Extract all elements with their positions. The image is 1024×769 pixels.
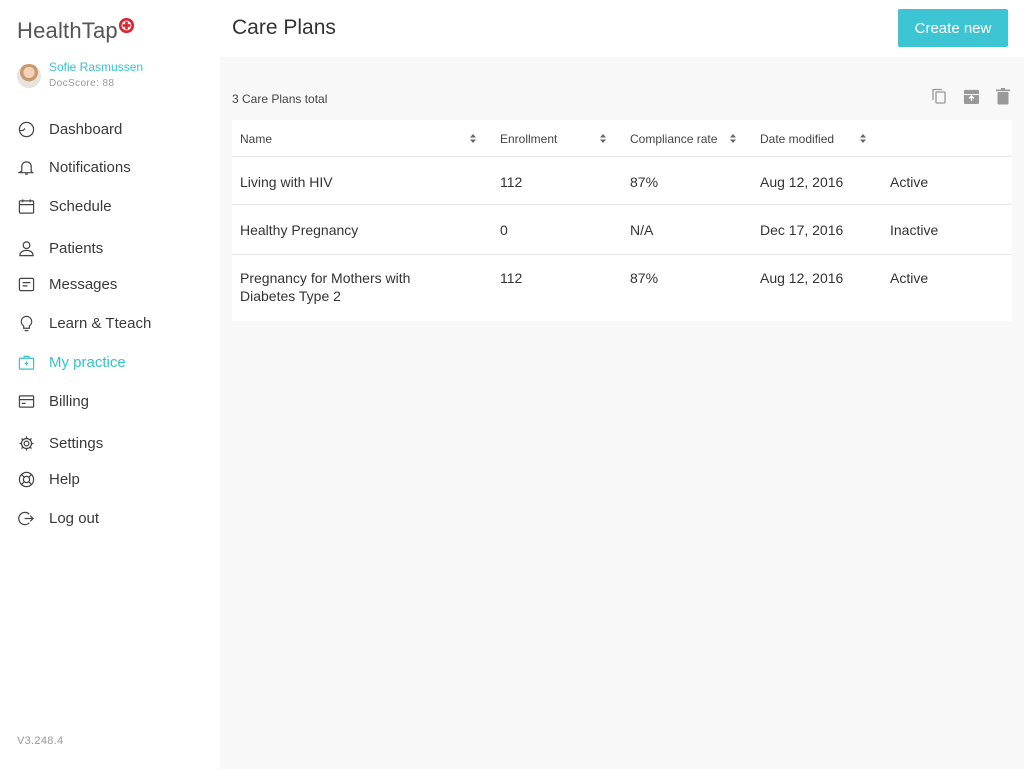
table-row[interactable]: Living with HIV 112 87% Aug 12, 2016 Act…	[232, 157, 1012, 205]
status-badge: Inactive	[890, 222, 939, 238]
cell-compliance: 87%	[630, 270, 659, 286]
sidebar-item-notifications[interactable]: Notifications	[0, 148, 220, 186]
sidebar-item-patients[interactable]: Patients	[0, 229, 220, 267]
sidebar-item-label: Help	[49, 470, 80, 488]
sort-icon	[860, 134, 866, 143]
sidebar-item-billing[interactable]: Billing	[0, 382, 220, 420]
cell-enrollment: 0	[500, 222, 508, 238]
care-plans-table: Name Enrollment Compliance rate Date mod…	[232, 120, 1012, 321]
logo-cross-icon	[118, 17, 134, 34]
bell-icon	[17, 158, 35, 176]
page-header: Care Plans Create new	[220, 0, 1024, 57]
status-badge: Active	[890, 174, 929, 190]
column-label: Compliance rate	[630, 131, 718, 146]
user-profile[interactable]: Sofie Rasmussen DocScore: 88	[17, 59, 143, 91]
sidebar-item-label: Learn & Tteach	[49, 314, 152, 332]
archive-icon[interactable]	[962, 87, 980, 105]
sidebar-item-label: Schedule	[49, 197, 112, 215]
sidebar-item-schedule[interactable]: Schedule	[0, 187, 220, 225]
user-name[interactable]: Sofie Rasmussen	[49, 59, 143, 75]
column-header-compliance[interactable]: Compliance rate	[630, 120, 740, 157]
sort-icon	[600, 134, 606, 143]
doc-score: DocScore: 88	[49, 78, 115, 89]
cell-date: Aug 12, 2016	[760, 270, 844, 286]
status-badge: Active	[890, 270, 929, 286]
trash-icon[interactable]	[994, 87, 1012, 105]
create-new-button[interactable]: Create new	[898, 9, 1008, 47]
sidebar-item-label: Dashboard	[49, 120, 123, 138]
sort-icon	[730, 134, 736, 143]
cell-enrollment: 112	[500, 174, 523, 190]
cell-name: Living with HIV	[240, 174, 333, 190]
briefcase-icon	[17, 353, 35, 371]
lightbulb-icon	[17, 314, 35, 332]
column-label: Date modified	[760, 131, 835, 146]
sidebar-item-dashboard[interactable]: Dashboard	[0, 110, 220, 148]
sidebar-item-label: Log out	[49, 509, 100, 527]
sidebar-item-label: Notifications	[49, 158, 131, 176]
cell-name: Pregnancy for Mothers with Diabetes Type…	[240, 270, 411, 304]
care-plans-count: 3 Care Plans total	[232, 92, 328, 106]
app-version: V3.248.4	[17, 735, 64, 747]
lifebuoy-icon	[17, 470, 35, 488]
table-row[interactable]: Pregnancy for Mothers with Diabetes Type…	[232, 255, 1012, 321]
bulk-actions	[930, 87, 1012, 105]
logo[interactable]: HealthTap	[17, 16, 135, 46]
logo-text: HealthTap	[17, 18, 118, 43]
cell-date: Aug 12, 2016	[760, 174, 844, 190]
cell-compliance: N/A	[630, 222, 654, 238]
message-icon	[17, 275, 35, 293]
copy-icon[interactable]	[930, 87, 948, 105]
main-content: 3 Care Plans total Name Enrollment Compl…	[220, 57, 1024, 769]
column-header-name[interactable]: Name	[240, 120, 480, 157]
table-header: Name Enrollment Compliance rate Date mod…	[232, 120, 1012, 157]
sidebar-item-label: My practice	[49, 353, 126, 371]
sidebar-item-label: Billing	[49, 392, 90, 410]
person-icon	[17, 239, 35, 257]
column-label: Enrollment	[500, 131, 558, 146]
sidebar-item-my-practice[interactable]: My practice	[0, 343, 220, 381]
sidebar-item-label: Patients	[49, 239, 104, 257]
sidebar-item-label: Messages	[49, 275, 118, 293]
cell-date: Dec 17, 2016	[760, 222, 844, 238]
avatar[interactable]	[17, 64, 41, 88]
cell-enrollment: 112	[500, 270, 523, 286]
sidebar-item-help[interactable]: Help	[0, 460, 220, 498]
sidebar-item-log-out[interactable]: Log out	[0, 499, 220, 537]
column-label: Name	[240, 131, 273, 146]
gear-icon	[17, 434, 35, 452]
column-header-date-modified[interactable]: Date modified	[760, 120, 870, 157]
sidebar-item-settings[interactable]: Settings	[0, 424, 220, 462]
dashboard-icon	[17, 120, 35, 138]
sort-icon	[470, 134, 476, 143]
sidebar: HealthTap Sofie Rasmussen DocScore: 88 D…	[0, 0, 220, 769]
cell-compliance: 87%	[630, 174, 659, 190]
sidebar-item-learn-teach[interactable]: Learn & Tteach	[0, 304, 220, 342]
page-title: Care Plans	[232, 16, 336, 39]
table-row[interactable]: Healthy Pregnancy 0 N/A Dec 17, 2016 Ina…	[232, 205, 1012, 255]
calendar-icon	[17, 197, 35, 215]
card-icon	[17, 392, 35, 410]
logout-icon	[17, 509, 35, 527]
cell-name: Healthy Pregnancy	[240, 222, 359, 238]
sidebar-item-messages[interactable]: Messages	[0, 265, 220, 303]
sidebar-item-label: Settings	[49, 434, 104, 452]
column-header-enrollment[interactable]: Enrollment	[500, 120, 610, 157]
